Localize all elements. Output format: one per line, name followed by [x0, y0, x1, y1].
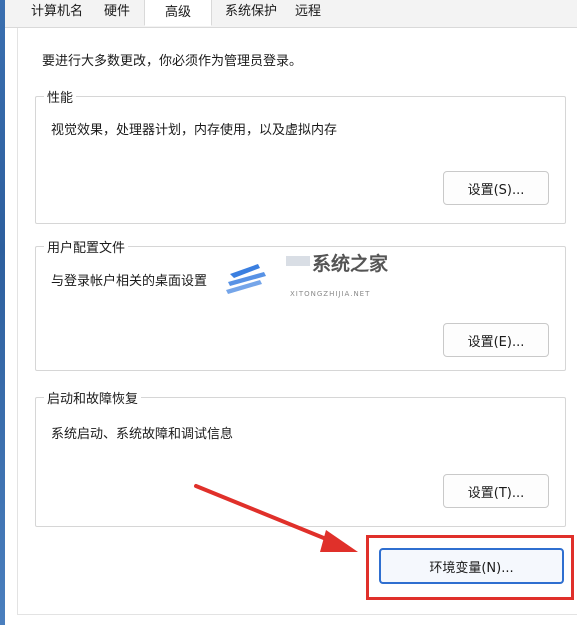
environment-variables-button[interactable]: 环境变量(N)... — [379, 548, 564, 584]
annotation-arrow-icon — [194, 484, 358, 552]
